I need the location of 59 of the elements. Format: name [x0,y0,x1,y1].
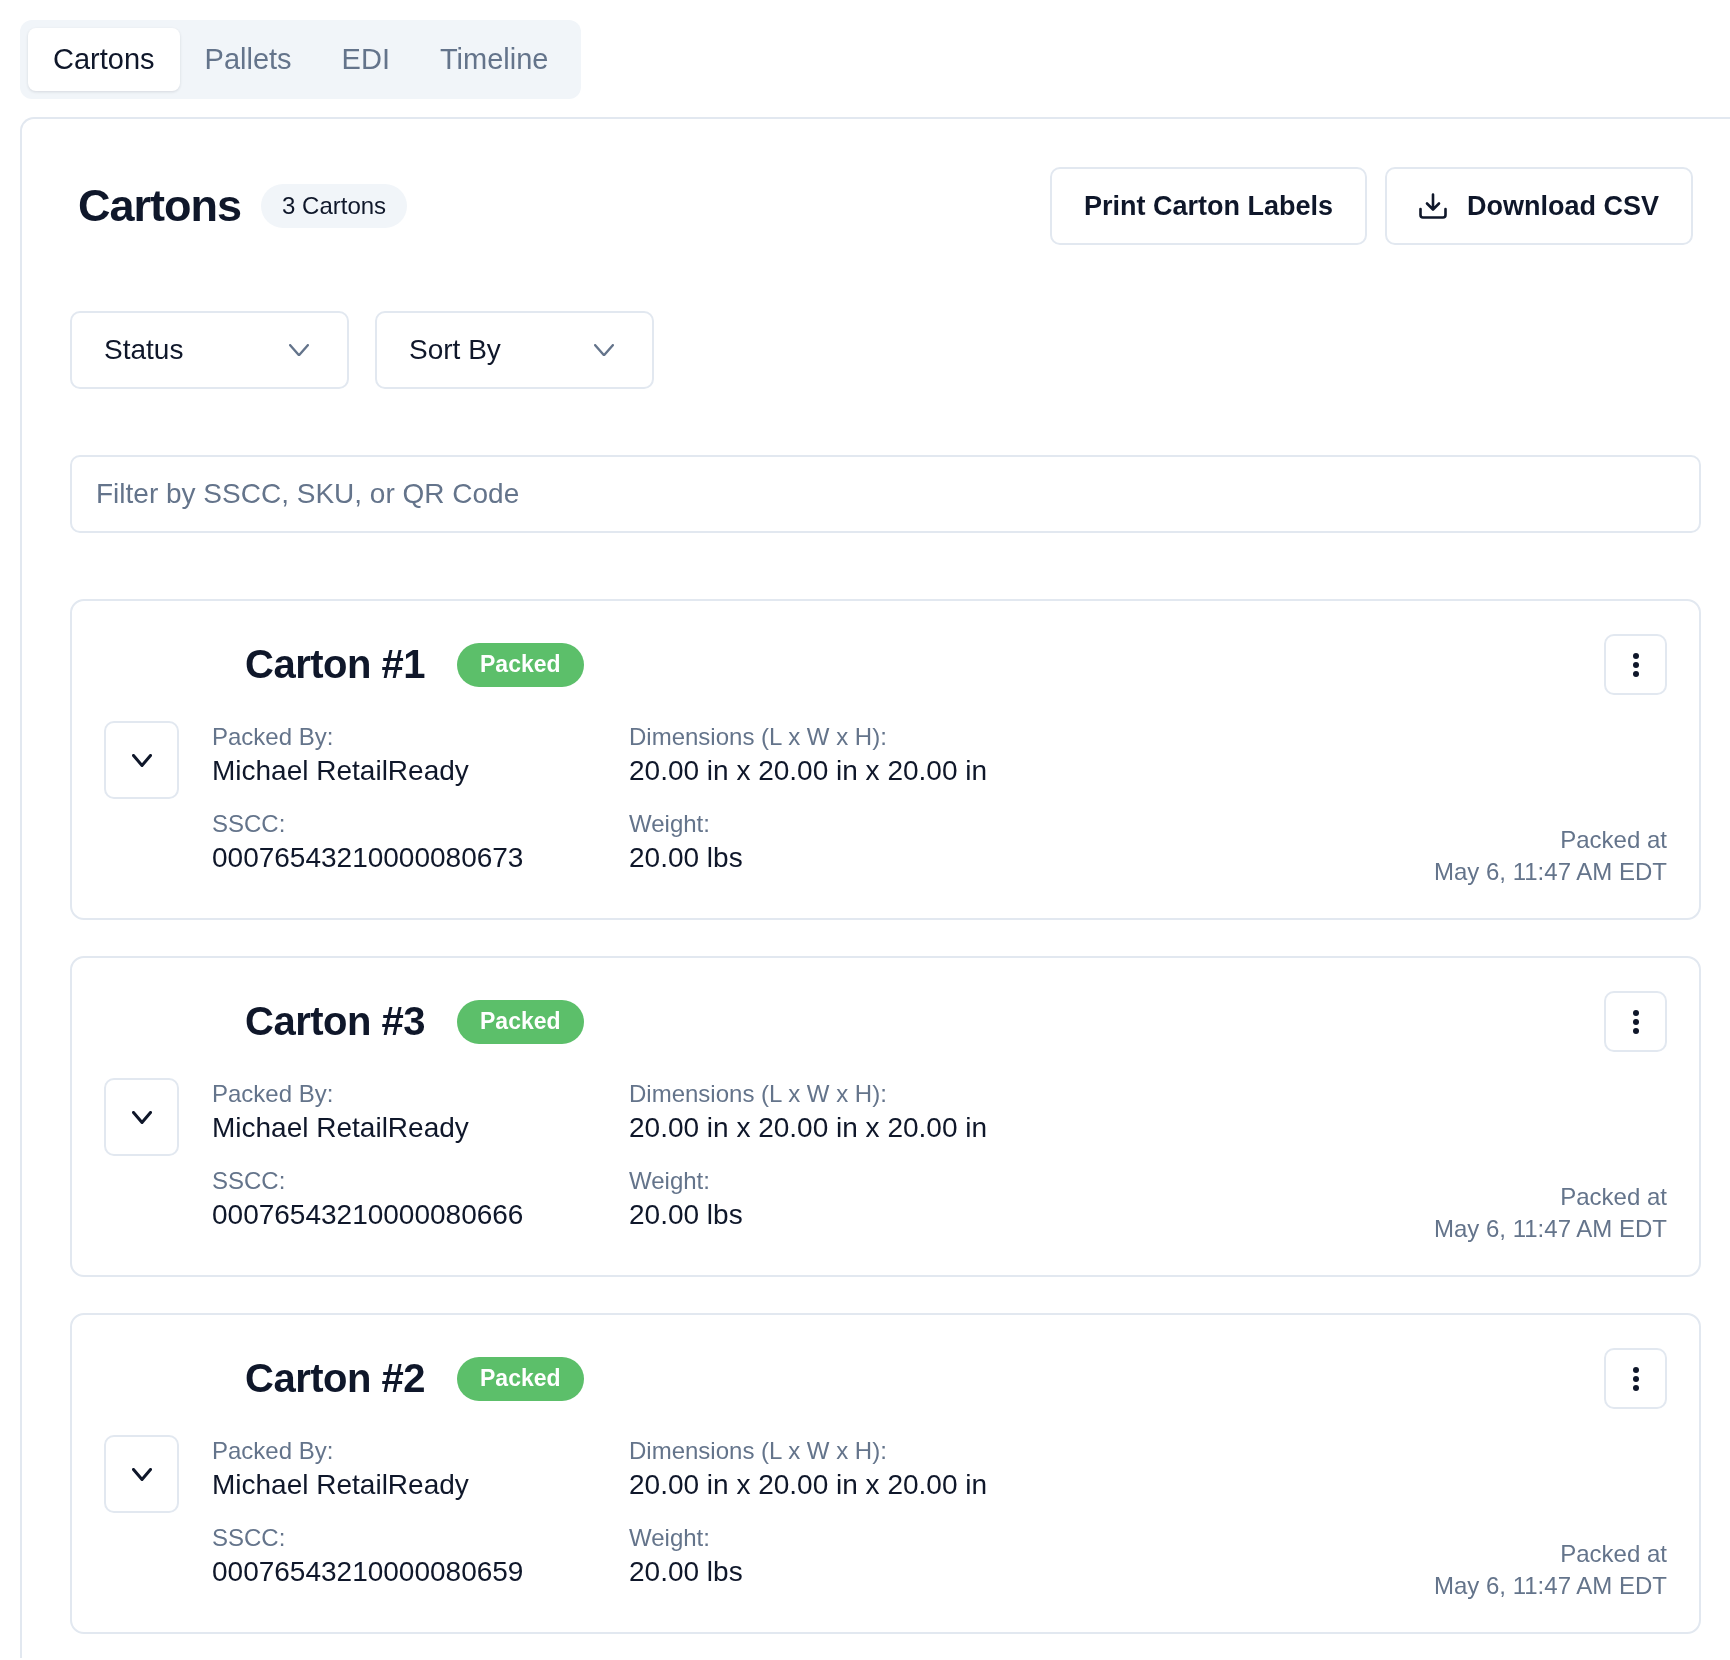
print-labels-button[interactable]: Print Carton Labels [1049,167,1367,245]
chevron-down-icon [131,1467,152,1481]
tab[interactable]: Pallets [179,28,317,91]
field-label: Weight: [629,1166,711,1196]
filter-dropdown[interactable]: Status [70,311,349,389]
field-value: 20.00 in x 20.00 in x 20.00 in [629,1111,988,1145]
field-value: Michael RetailReady [212,1468,470,1502]
field-value: 20.00 in x 20.00 in x 20.00 in [629,754,988,788]
carton-title: Carton #2 [245,1356,425,1401]
field-label: Weight: [629,809,711,839]
field-value: 00076543210000080673 [212,841,525,875]
tab[interactable]: EDI [316,28,415,91]
status-badge: Packed [457,1356,584,1401]
field-label: Packed By: [212,1436,335,1466]
packed-at-label: Packed at [1560,825,1667,855]
field-value: Michael RetailReady [212,1111,470,1145]
packed-at-time: May 6, 11:47 AM EDT [1434,857,1667,887]
chevron-down-icon [131,753,152,767]
more-options-button[interactable] [1604,991,1667,1052]
status-badge: Packed [457,999,584,1044]
field-value: 20.00 lbs [629,841,744,875]
vertical-dots-icon [1632,1009,1639,1034]
field-value: 20.00 lbs [629,1198,744,1232]
more-options-button[interactable] [1604,634,1667,695]
status-badge: Packed [457,642,584,687]
field-label: SSCC: [212,1166,287,1196]
field-value: 20.00 in x 20.00 in x 20.00 in [629,1468,988,1502]
section-title: Cartons [78,180,242,232]
vertical-dots-icon [1632,652,1639,677]
field-value: Michael RetailReady [212,754,470,788]
field-label: Weight: [629,1523,711,1553]
download-icon [1419,193,1447,219]
field-value: 20.00 lbs [629,1555,744,1589]
field-label: Dimensions (L x W x H): [629,1436,888,1466]
count-badge: 3 Cartons [261,184,408,228]
carton-title: Carton #3 [245,999,425,1044]
download-csv-button[interactable]: Download CSV [1385,167,1693,245]
packed-at-label: Packed at [1560,1182,1667,1212]
search-field[interactable]: Filter by SSCC, SKU, or QR Code [70,455,1701,533]
tab[interactable]: Timeline [414,28,574,91]
carton-title: Carton #1 [245,642,425,687]
filter-dropdown[interactable]: Sort By [375,311,654,389]
field-label: SSCC: [212,1523,287,1553]
chevron-down-icon [131,1110,152,1124]
chevron-down-icon [289,343,309,357]
more-options-button[interactable] [1604,1348,1667,1409]
field-label: SSCC: [212,809,287,839]
packed-at-time: May 6, 11:47 AM EDT [1434,1571,1667,1601]
chevron-down-icon [594,343,614,357]
vertical-dots-icon [1632,1366,1639,1391]
tab[interactable]: Cartons [28,28,180,91]
packed-at-label: Packed at [1560,1539,1667,1569]
packed-at-time: May 6, 11:47 AM EDT [1434,1214,1667,1244]
field-value: 00076543210000080659 [212,1555,525,1589]
field-label: Dimensions (L x W x H): [629,1079,888,1109]
field-label: Dimensions (L x W x H): [629,722,888,752]
field-label: Packed By: [212,722,335,752]
field-value: 00076543210000080666 [212,1198,525,1232]
field-label: Packed By: [212,1079,335,1109]
